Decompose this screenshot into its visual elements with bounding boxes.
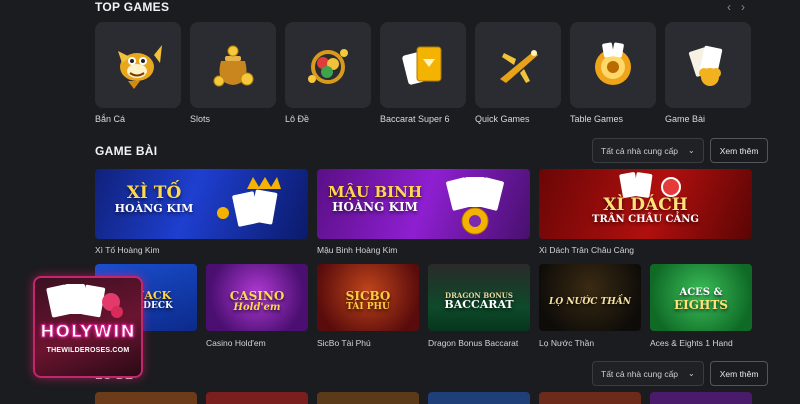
chevron-down-icon: ⌄: [688, 369, 695, 378]
gold-cards-icon: [402, 46, 442, 85]
playing-cards-icon: [688, 45, 723, 86]
banner-label: Xì Dách Trân Châu Cảng: [539, 245, 634, 255]
provider-select[interactable]: Tất cả nhà cung cấp ⌄: [592, 138, 704, 163]
game-card-lo-nuoc-than[interactable]: LỌ NƯỚC THẦN Lọ Nước Thần: [539, 264, 641, 348]
featured-game-xi-dach[interactable]: XÌ DÁCH TRÂN CHÂU CẢNG Xì Dách Trân Châu…: [539, 169, 752, 255]
top-games-list: Bắn Cá Slots Lô Đề Baccarat Super 6 Quic…: [95, 22, 751, 124]
top-game-quick-games[interactable]: Quick Games: [475, 22, 561, 124]
top-game-baccarat-super-6[interactable]: Baccarat Super 6: [380, 22, 466, 124]
money-bag-icon: [213, 45, 254, 87]
top-game-label: Quick Games: [475, 114, 530, 124]
golden-fish-icon: [118, 45, 162, 89]
top-game-label: Game Bài: [665, 114, 706, 124]
game-label: Dragon Bonus Baccarat: [428, 338, 519, 348]
game-card-aces-eights[interactable]: ACES & EIGHTS Aces & Eights 1 Hand: [650, 264, 752, 348]
game-art-title: LỌ NƯỚC THẦN: [549, 297, 631, 307]
game-list: CKJACK GLE DECK ngle Deck CASINO Hold'em…: [95, 264, 752, 348]
logo-site: THEWILDEROSES.COM: [46, 347, 130, 354]
game-card-dragon-bonus[interactable]: DRAGON BONUS BACCARAT Dragon Bonus Bacca…: [428, 264, 530, 348]
lo-de-card[interactable]: [206, 392, 308, 404]
game-bai-title: GAME BÀI: [95, 144, 158, 158]
chevron-right-icon[interactable]: ›: [741, 0, 745, 14]
banner-label: Mậu Binh Hoàng Kim: [317, 245, 398, 255]
top-game-lo-de[interactable]: Lô Đề: [285, 22, 371, 124]
cards-icon: [46, 284, 123, 318]
lo-de-card[interactable]: [428, 392, 530, 404]
lo-de-card[interactable]: [539, 392, 641, 404]
top-game-label: Table Games: [570, 114, 624, 124]
banner-art-title: XÌ TỐ: [126, 183, 182, 203]
lo-de-card[interactable]: [650, 392, 752, 404]
chevron-down-icon: ⌄: [688, 146, 695, 155]
game-art-subtitle: TÀI PHÚ: [346, 301, 390, 312]
featured-game-xi-to[interactable]: XÌ TỐ HOÀNG KIM Xì Tố Hoàng Kim: [95, 169, 308, 255]
top-games-title: TOP GAMES: [95, 0, 170, 14]
banner-label: Xì Tố Hoàng Kim: [95, 245, 160, 255]
game-card-sicbo[interactable]: SICBO TÀI PHÚ SicBo Tài Phú: [317, 264, 419, 348]
provider-select[interactable]: Tất cả nhà cung cấp ⌄: [592, 361, 704, 386]
top-game-ban-ca[interactable]: Bắn Cá: [95, 22, 181, 124]
provider-select-value: Tất cả nhà cung cấp: [601, 368, 679, 379]
logo-wordmark: HOLYWIN: [40, 322, 136, 343]
lo-de-controls: Tất cả nhà cung cấp ⌄ Xem thêm: [592, 361, 769, 386]
lo-de-card[interactable]: [317, 392, 419, 404]
banner-art-subtitle: HOÀNG KIM: [114, 201, 194, 215]
game-label: Lọ Nước Thần: [539, 338, 595, 348]
chevron-left-icon[interactable]: ‹: [727, 0, 731, 14]
brand-logo: HOLYWIN THEWILDEROSES.COM: [33, 276, 143, 378]
airplane-icon: [500, 50, 538, 83]
game-art-title: SICBO: [345, 289, 391, 303]
top-game-label: Slots: [190, 114, 211, 124]
see-more-button[interactable]: Xem thêm: [709, 361, 769, 386]
featured-games: XÌ TỐ HOÀNG KIM Xì Tố Hoàng Kim MẬU BINH…: [95, 169, 752, 255]
game-card-casino-holdem[interactable]: CASINO Hold'em Casino Hold'em: [206, 264, 308, 348]
banner-art-title: MẬU BINH: [327, 183, 423, 201]
game-bai-controls: Tất cả nhà cung cấp ⌄ Xem thêm: [592, 138, 769, 163]
game-art-subtitle: BACCARAT: [444, 298, 514, 312]
game-art-subtitle: EIGHTS: [674, 297, 728, 312]
roulette-chip-icon: [595, 42, 631, 85]
cards-crown-art: [217, 177, 281, 227]
lo-de-card[interactable]: [95, 392, 197, 404]
game-label: SicBo Tài Phú: [317, 338, 371, 348]
banner-art-title: XÌ DÁCH: [603, 195, 688, 215]
banner-art-subtitle: HOÀNG KIM: [332, 199, 418, 214]
top-game-table-games[interactable]: Table Games: [570, 22, 656, 124]
game-art-title: ACES &: [679, 287, 723, 298]
provider-select-value: Tất cả nhà cung cấp: [601, 145, 679, 156]
lottery-balls-icon: [308, 49, 348, 84]
top-game-slots[interactable]: Slots: [190, 22, 276, 124]
game-art-title: CASINO: [229, 289, 285, 303]
lo-de-list: [95, 392, 752, 404]
top-game-label: Bắn Cá: [95, 114, 126, 124]
game-label: Aces & Eights 1 Hand: [650, 338, 733, 348]
top-game-label: Baccarat Super 6: [380, 114, 450, 124]
featured-game-mau-binh[interactable]: MẬU BINH HOÀNG KIM Mậu Binh Hoàng Kim: [317, 169, 530, 255]
banner-art-subtitle: TRÂN CHÂU CẢNG: [592, 213, 699, 225]
game-label: Casino Hold'em: [206, 338, 266, 348]
top-game-game-bai[interactable]: Game Bài: [665, 22, 751, 124]
top-game-label: Lô Đề: [285, 114, 310, 124]
see-more-button[interactable]: Xem thêm: [709, 138, 769, 163]
carousel-arrows: ‹ ›: [727, 0, 745, 14]
cards-coin-art: [446, 177, 504, 235]
game-art-subtitle: Hold'em: [233, 301, 281, 313]
